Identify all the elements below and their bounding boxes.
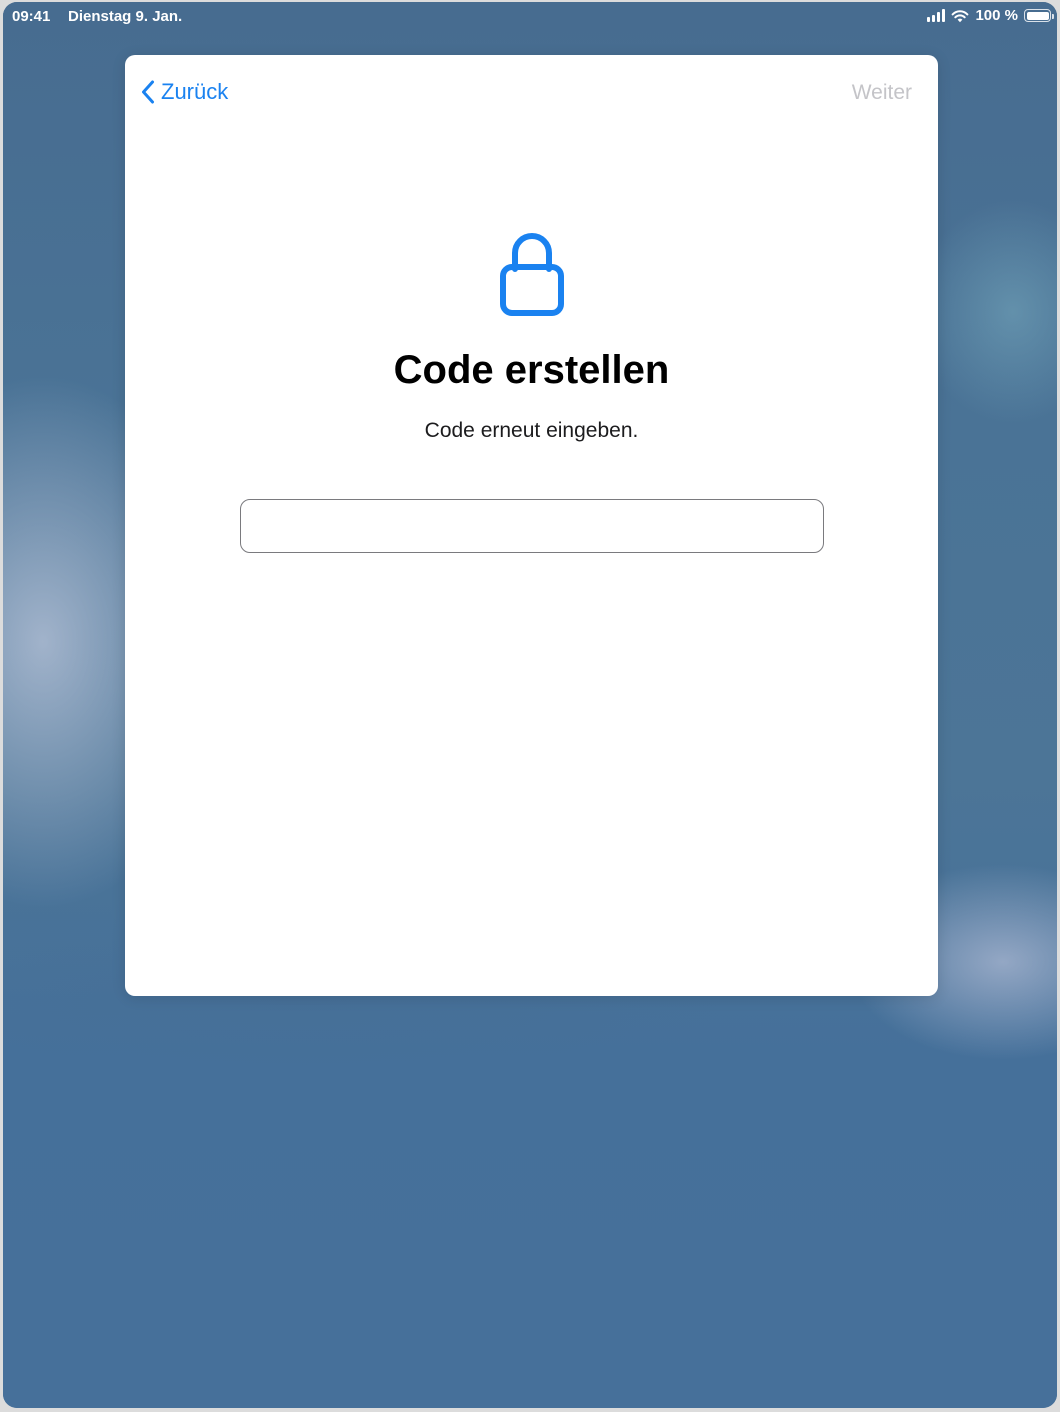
back-button[interactable]: Zurück <box>141 79 228 105</box>
page-title: Code erstellen <box>393 348 670 392</box>
next-button[interactable]: Weiter <box>852 81 912 105</box>
back-button-label: Zurück <box>161 79 229 104</box>
passcode-input[interactable] <box>240 499 824 553</box>
page-subtitle: Code erneut eingeben. <box>424 419 639 442</box>
wifi-icon <box>952 9 969 22</box>
status-date: Dienstag 9. Jan. <box>68 8 183 25</box>
status-time: 09:41 <box>12 8 51 25</box>
battery-icon <box>1024 9 1054 22</box>
chevron-left-icon <box>142 80 154 104</box>
cellular-signal-icon <box>927 9 946 22</box>
battery-percentage: 100 % <box>975 7 1018 24</box>
lock-icon <box>500 233 564 316</box>
passcode-sheet: Zurück Weiter Code erstellen Code erneut… <box>125 55 938 996</box>
status-indicators: 100 % <box>927 7 1054 24</box>
status-bar: 09:41 Dienstag 9. Jan. 100 % <box>3 2 1057 32</box>
device-screen: 09:41 Dienstag 9. Jan. 100 % Zurück Weit… <box>3 2 1057 1408</box>
